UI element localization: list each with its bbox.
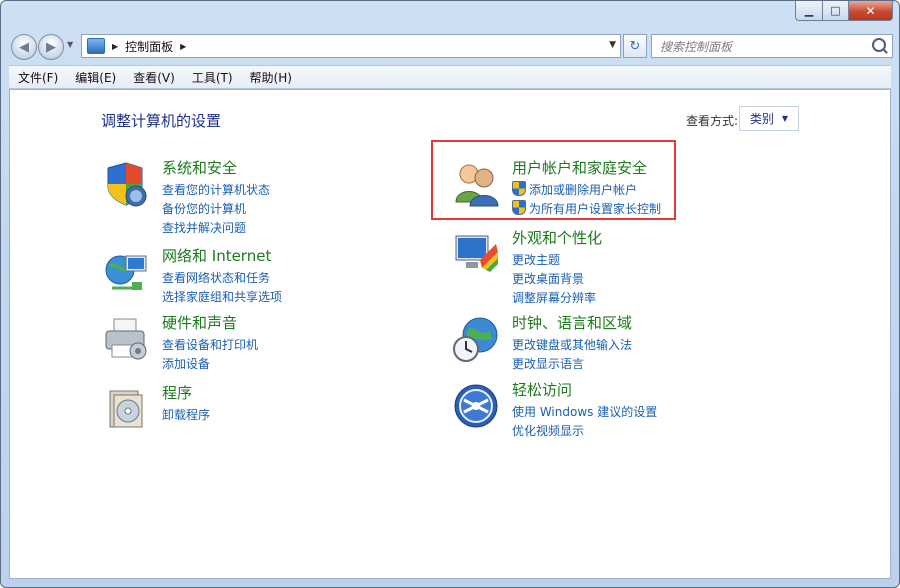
link-change-keyboard[interactable]: 更改键盘或其他输入法: [512, 336, 632, 353]
address-bar[interactable]: ▶ 控制面板 ▶ ▼: [81, 34, 621, 58]
monitor-icon: [455, 235, 498, 272]
address-dropdown-icon[interactable]: ▼: [609, 40, 616, 50]
highlight-box: [431, 140, 676, 220]
close-button[interactable]: ✕: [849, 1, 893, 21]
back-button[interactable]: ◀: [11, 34, 37, 60]
view-by-dropdown[interactable]: 类别 ▼: [739, 106, 799, 131]
close-icon: ✕: [865, 3, 876, 18]
view-by-label: 查看方式:: [686, 114, 739, 128]
link-view-network-status[interactable]: 查看网络状态和任务: [162, 269, 270, 286]
breadcrumb-separator-icon[interactable]: ▶: [180, 42, 186, 51]
menu-tools[interactable]: 工具(T): [183, 69, 241, 86]
control-panel-window: ▁ □ ✕ ◀ ▶ ▼ ▶ 控制面板 ▶ ▼ ↻ 文件(F) 编辑(E) 查看(…: [0, 0, 900, 588]
chevron-down-icon: ▼: [781, 114, 789, 123]
link-change-theme[interactable]: 更改主题: [512, 251, 560, 268]
globe-clock-icon: [453, 317, 498, 362]
link-uninstall-program[interactable]: 卸载程序: [162, 406, 210, 423]
minimize-icon: ▁: [804, 4, 814, 17]
category-title[interactable]: 系统和安全: [162, 157, 237, 178]
minimize-button[interactable]: ▁: [795, 1, 823, 21]
forward-button[interactable]: ▶: [38, 34, 64, 60]
link-optimize-display[interactable]: 优化视频显示: [512, 422, 584, 439]
link-screen-resolution[interactable]: 调整屏幕分辨率: [512, 289, 596, 306]
navigation-bar: ◀ ▶ ▼ ▶ 控制面板 ▶ ▼ ↻: [9, 32, 893, 60]
page-title: 调整计算机的设置: [101, 112, 222, 130]
back-arrow-icon: ◀: [19, 39, 29, 55]
control-panel-icon: [87, 38, 105, 54]
search-box[interactable]: [651, 34, 893, 58]
breadcrumb-separator-icon[interactable]: ▶: [112, 42, 118, 51]
link-desktop-background[interactable]: 更改桌面背景: [512, 270, 584, 287]
link-homegroup-sharing[interactable]: 选择家庭组和共享选项: [162, 288, 282, 305]
printer-icon: [105, 318, 147, 360]
category-title[interactable]: 硬件和声音: [162, 312, 237, 333]
maximize-icon: □: [830, 4, 841, 17]
menu-bar: 文件(F) 编辑(E) 查看(V) 工具(T) 帮助(H): [9, 65, 891, 89]
search-icon[interactable]: [872, 38, 886, 52]
forward-arrow-icon: ▶: [46, 39, 56, 55]
link-view-computer-status[interactable]: 查看您的计算机状态: [162, 181, 270, 198]
link-backup-computer[interactable]: 备份您的计算机: [162, 200, 246, 217]
refresh-icon: ↻: [629, 38, 641, 54]
link-find-fix-problems[interactable]: 查找并解决问题: [162, 219, 246, 236]
shield-icon: [107, 162, 147, 207]
caption-buttons: ▁ □ ✕: [795, 1, 893, 21]
category-title[interactable]: 时钟、语言和区域: [512, 312, 632, 333]
breadcrumb-control-panel[interactable]: 控制面板: [125, 38, 173, 55]
search-input[interactable]: [658, 37, 862, 57]
menu-view[interactable]: 查看(V): [124, 69, 183, 86]
ease-of-access-icon: [454, 384, 498, 428]
category-title[interactable]: 网络和 Internet: [162, 245, 271, 266]
category-title[interactable]: 程序: [162, 382, 192, 403]
link-add-device[interactable]: 添加设备: [162, 355, 210, 372]
view-by-value: 类别: [749, 112, 774, 126]
category-title[interactable]: 外观和个性化: [512, 227, 602, 248]
link-devices-printers[interactable]: 查看设备和打印机: [162, 336, 258, 353]
recent-pages-dropdown[interactable]: ▼: [67, 40, 73, 49]
programs-icon: [109, 390, 143, 428]
menu-help[interactable]: 帮助(H): [241, 69, 300, 86]
menu-file[interactable]: 文件(F): [9, 69, 66, 86]
maximize-button[interactable]: □: [823, 1, 849, 21]
refresh-button[interactable]: ↻: [623, 34, 647, 58]
category-title[interactable]: 轻松访问: [512, 379, 572, 400]
menu-edit[interactable]: 编辑(E): [66, 69, 124, 86]
link-windows-recommended-settings[interactable]: 使用 Windows 建议的设置: [512, 403, 657, 420]
link-change-display-language[interactable]: 更改显示语言: [512, 355, 584, 372]
network-icon: [105, 255, 147, 290]
